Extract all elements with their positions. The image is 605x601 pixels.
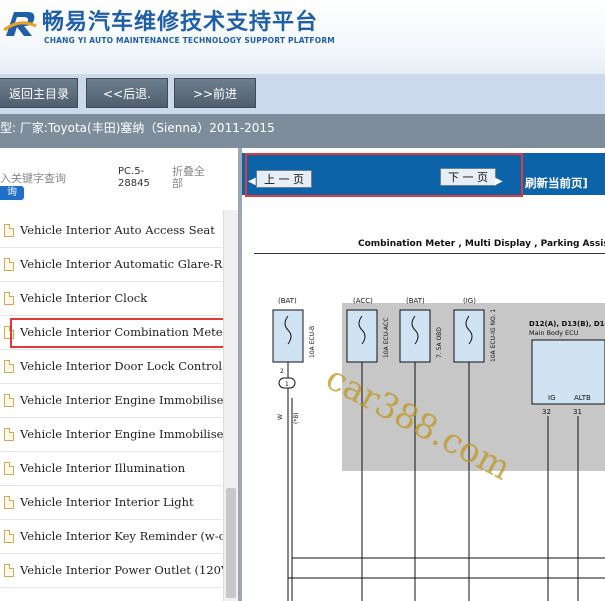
pin-altb-label: ALTB [574, 394, 591, 402]
fuse-box [399, 309, 431, 363]
tree-item-label[interactable]: Vehicle Interior Power Outlet (120V) [20, 563, 234, 577]
collapse-all-link[interactable]: 折叠全部 [172, 166, 208, 190]
tree-item-label[interactable]: Vehicle Interior Auto Access Seat [20, 223, 215, 237]
pin-number-label: 2 [280, 368, 284, 375]
pager-highlight [245, 153, 523, 197]
sidebar-toolbar: 入关键字查询 询 PC.5-28845 折叠全部 [0, 148, 238, 210]
pin-number-label: 32 [542, 408, 551, 416]
tree-item-label[interactable]: Vehicle Interior Interior Light [20, 495, 194, 509]
search-input[interactable]: 入关键字查询 [0, 170, 66, 186]
fuse-source-label: (BAT) [406, 297, 425, 305]
document-icon [4, 394, 14, 407]
tree-item[interactable]: Vehicle Interior Clock [0, 282, 222, 316]
app-header: 畅易汽车维修技术支持平台 CHANG YI AUTO MAINTENANCE T… [0, 0, 605, 74]
nav-bar: 返回主目录 <<后退. >>前进 [0, 74, 605, 114]
fuse-name-label: 10A ECU-IG NO. 1 [490, 309, 497, 362]
document-icon [4, 564, 14, 577]
document-icon [4, 462, 14, 475]
fuse-box [346, 309, 378, 363]
tree-separator [0, 587, 222, 588]
pin-number-label: 31 [573, 408, 582, 416]
tree-item-label[interactable]: Vehicle Interior Engine Immobiliser Sy [20, 393, 238, 407]
search-button[interactable]: 询 [0, 186, 24, 200]
refresh-page-link[interactable]: 刷新当前页] [525, 175, 588, 191]
document-icon [4, 428, 14, 441]
vehicle-model-bar: 型: 厂家:Toyota(丰田)塞纳（Sienna）2011-2015 [0, 114, 605, 148]
back-button[interactable]: <<后退. [86, 78, 168, 108]
fuse-box [272, 309, 304, 363]
tree-item[interactable]: Vehicle Interior Engine Immobiliser Sy [0, 418, 238, 452]
document-icon [4, 292, 14, 305]
tree-item[interactable]: Vehicle Interior Engine Immobiliser Sy [0, 384, 238, 418]
document-icon [4, 496, 14, 509]
home-button[interactable]: 返回主目录 [0, 78, 78, 108]
document-icon [4, 530, 14, 543]
wire-note-label: (*8) [293, 413, 300, 425]
tree-item[interactable]: Vehicle Interior Interior Light [0, 486, 222, 520]
fuse-box [453, 309, 485, 363]
tree-item-label[interactable]: Vehicle Interior Engine Immobiliser Sy [20, 427, 238, 441]
wire-color-label: W [277, 414, 284, 420]
tree-item[interactable]: Vehicle Interior Power Outlet (120V) [0, 554, 234, 588]
scrollbar-thumb[interactable] [226, 488, 236, 598]
tree-item-label[interactable]: Vehicle Interior Illumination [20, 461, 185, 475]
sidebar: 入关键字查询 询 PC.5-28845 折叠全部 Vehicle Interio… [0, 148, 238, 601]
document-icon [4, 360, 14, 373]
connector-label: 1 [285, 381, 289, 388]
tree-item[interactable]: Vehicle Interior Door Lock Control [0, 350, 222, 384]
fuse-name-label: 7. 5A OBD [436, 327, 443, 358]
selection-highlight [10, 318, 228, 348]
tree-item-label[interactable]: Vehicle Interior Door Lock Control [20, 359, 222, 373]
title-underline [254, 253, 605, 254]
tree-item[interactable]: Vehicle Interior Auto Access Seat [0, 214, 222, 248]
ecu-connectors-label: D12(A), D13(B), D14(C [529, 320, 605, 328]
tree-item-label[interactable]: Vehicle Interior Key Reminder (w-o Sm [20, 529, 238, 543]
fuse-name-label: 10A ECU-ACC [383, 318, 390, 358]
fuse-source-label: (IG) [463, 297, 476, 305]
pc-code-label: PC.5-28845 [118, 166, 150, 189]
tree-item[interactable]: Vehicle Interior Key Reminder (w-o Sm [0, 520, 238, 554]
sidebar-scrollbar[interactable] [223, 210, 238, 601]
tree-item[interactable]: Vehicle Interior Illumination [0, 452, 222, 486]
fuse-source-label: (ACC) [353, 297, 373, 305]
app-title: 畅易汽车维修技术支持平台 [42, 10, 319, 35]
fuse-source-label: (BAT) [278, 297, 297, 305]
ecu-name-label: Main Body ECU [529, 329, 579, 337]
document-icon [4, 224, 14, 237]
document-icon [4, 258, 14, 271]
fuse-name-label: 10A ECU-B [309, 326, 316, 358]
app-subtitle: CHANG YI AUTO MAINTENANCE TECHNOLOGY SUP… [44, 36, 335, 45]
forward-button[interactable]: >>前进 [174, 78, 256, 108]
ecu-box [531, 339, 605, 405]
tree-item[interactable]: Vehicle Interior Automatic Glare-Resis [0, 248, 238, 282]
brand-logo-icon [3, 12, 37, 36]
tree-item-label[interactable]: Vehicle Interior Automatic Glare-Resis [20, 257, 238, 271]
content-pane: ◀ 上 一 页 下 一 页 ▶ 刷新当前页] Combination Meter… [242, 148, 605, 601]
diagram-title: Combination Meter , Multi Display , Park… [358, 239, 605, 249]
pin-ig-label: IG [548, 394, 556, 402]
tree-item-label[interactable]: Vehicle Interior Clock [20, 291, 147, 305]
